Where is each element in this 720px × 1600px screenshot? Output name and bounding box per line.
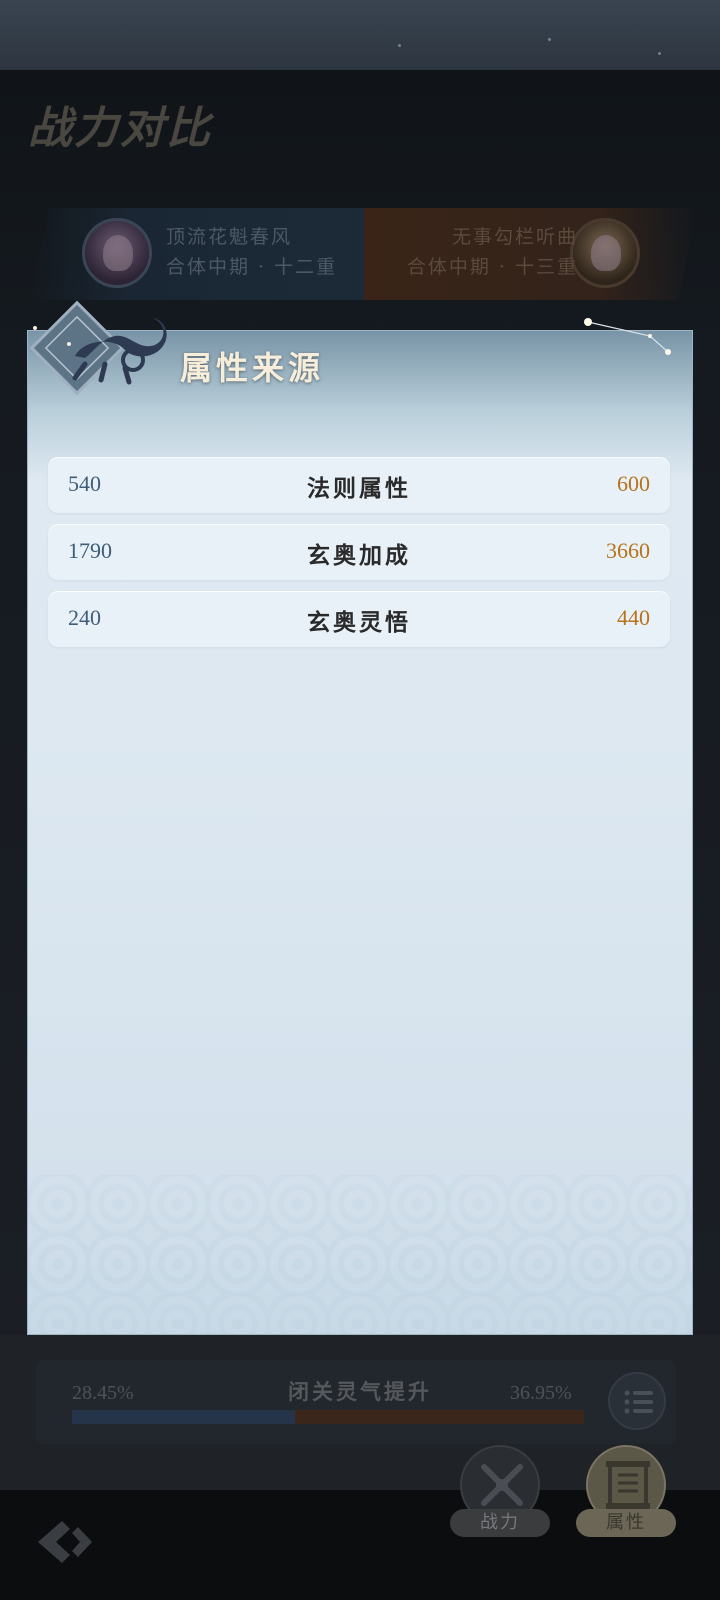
constellation-decoration [584, 318, 671, 355]
left-player-avatar[interactable] [82, 218, 152, 288]
right-value: 440 [617, 605, 650, 630]
right-player-avatar[interactable] [570, 218, 640, 288]
attribute-row: 540 法则属性 600 [48, 457, 670, 513]
tab-label: 战力 [450, 1509, 550, 1537]
cloud-pattern [28, 1174, 692, 1334]
star-decoration [398, 44, 401, 47]
comparison-progress-bar [72, 1410, 584, 1424]
versus-bar: 顶流花魁春风 合体中期 · 十二重 无事勾栏听曲 合体中期 · 十三重 [30, 208, 698, 300]
right-value: 3660 [606, 538, 650, 563]
back-arrow-icon[interactable] [32, 1515, 96, 1569]
star-decoration [548, 38, 551, 41]
attribute-row: 240 玄奥灵悟 440 [48, 591, 670, 647]
attribute-label: 法则属性 [307, 475, 411, 502]
tab-attributes[interactable]: 属性 [576, 1445, 676, 1555]
top-bar [0, 0, 720, 70]
left-progress-fill [72, 1410, 295, 1424]
left-player-name: 顶流花魁春风 [166, 226, 293, 248]
right-player-name: 无事勾栏听曲 [451, 226, 578, 248]
beast-emblem-icon [29, 300, 167, 396]
tab-label: 属性 [576, 1509, 676, 1537]
page-title: 战力对比 [28, 103, 212, 154]
attribute-row: 1790 玄奥加成 3660 [48, 524, 670, 580]
right-player-realm: 合体中期 · 十三重 [406, 256, 578, 278]
left-player-realm: 合体中期 · 十二重 [166, 256, 338, 278]
list-icon [624, 1390, 653, 1414]
right-value: 600 [617, 471, 650, 496]
tab-combat-power[interactable]: 战力 [450, 1445, 550, 1555]
attribute-label: 玄奥加成 [307, 542, 411, 569]
attribute-label: 玄奥灵悟 [307, 609, 411, 636]
star-decoration [658, 52, 661, 55]
panel-title: 属性来源 [180, 349, 325, 387]
list-button[interactable] [608, 1372, 666, 1430]
right-progress-value: 36.95% [510, 1382, 572, 1404]
